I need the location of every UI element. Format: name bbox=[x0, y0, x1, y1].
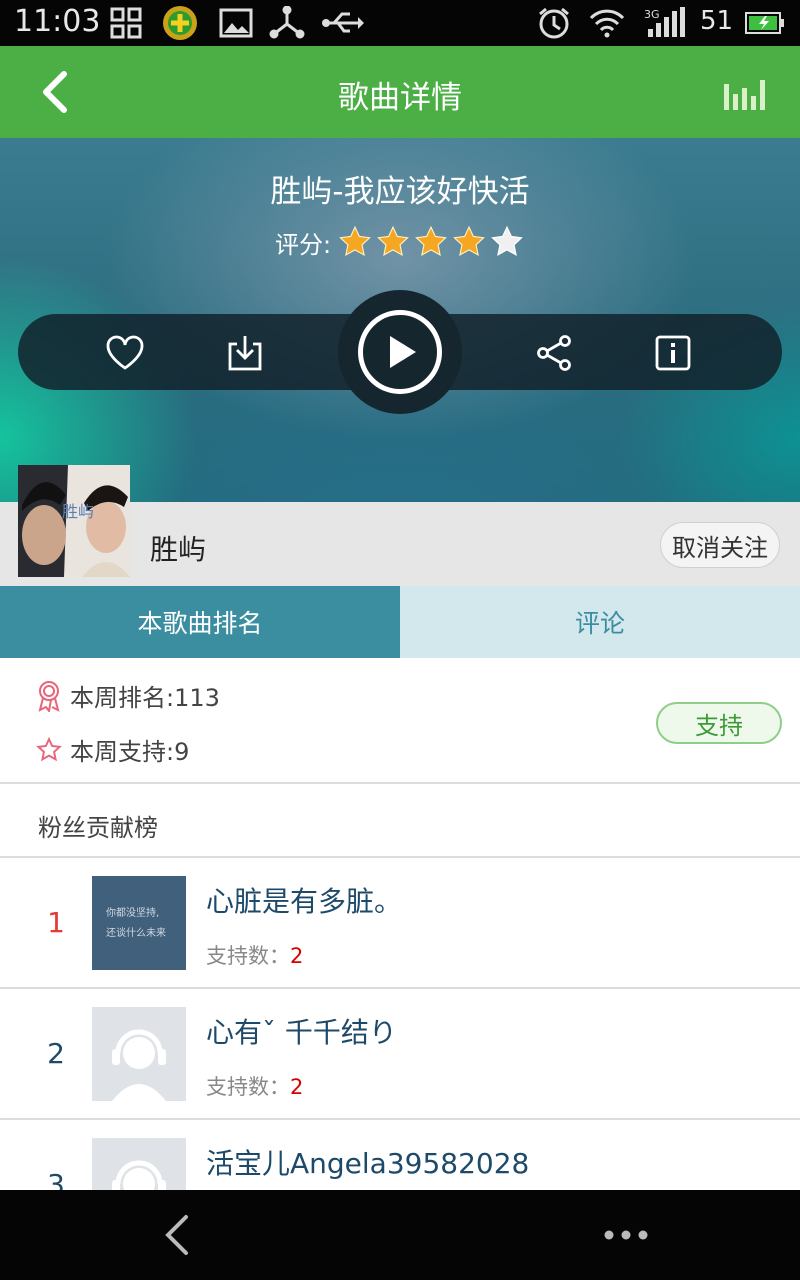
award-icon bbox=[38, 680, 60, 712]
fan-name: 活宝儿Angela39582028 bbox=[206, 1147, 530, 1180]
system-nav-bar bbox=[0, 1190, 800, 1280]
nav-back-icon bbox=[165, 1215, 188, 1255]
wifi-icon bbox=[588, 6, 626, 40]
star-filled-icon bbox=[451, 224, 487, 260]
heart-icon bbox=[106, 335, 144, 370]
fans-header: 粉丝贡献榜 bbox=[0, 786, 800, 858]
usb-tether-icon bbox=[268, 6, 306, 40]
grid-icon bbox=[108, 6, 144, 40]
artist-name[interactable]: 胜屿 bbox=[150, 528, 206, 568]
page-title: 歌曲详情 bbox=[338, 80, 462, 116]
fan-name: 心有ˇ 千千结り bbox=[206, 1016, 397, 1049]
tab-comments[interactable]: 评论 bbox=[400, 586, 800, 658]
favorite-button[interactable] bbox=[100, 328, 150, 378]
weekly-stats: 本周排名:113 本周支持:9 支持 bbox=[0, 658, 800, 784]
signal-icon: 3G bbox=[644, 6, 688, 40]
equalizer-icon bbox=[724, 80, 765, 110]
play-icon bbox=[390, 336, 416, 368]
battery-percent: 51 bbox=[700, 6, 734, 36]
info-icon bbox=[655, 335, 691, 371]
fan-row[interactable]: 1 你都没坚持, 还谈什么未来 心脏是有多脏。 支持数：2 bbox=[0, 858, 800, 989]
svg-text:还谈什么未来: 还谈什么未来 bbox=[106, 926, 166, 939]
nav-back-button[interactable] bbox=[150, 1208, 204, 1262]
share-button[interactable] bbox=[530, 328, 580, 378]
fan-row[interactable]: 2 心有ˇ 千千结り 支持数：2 bbox=[0, 989, 800, 1120]
rating-label: 评分: bbox=[274, 230, 332, 259]
image-icon bbox=[218, 6, 254, 40]
equalizer-button[interactable] bbox=[716, 68, 776, 118]
svg-text:3G: 3G bbox=[644, 8, 660, 21]
week-rank-text: 本周排名:113 bbox=[70, 684, 220, 712]
app-badge-icon bbox=[160, 6, 200, 40]
fans-header-title: 粉丝贡献榜 bbox=[38, 814, 158, 842]
play-button[interactable] bbox=[358, 310, 442, 394]
artist-cover[interactable]: 胜屿 bbox=[18, 465, 130, 577]
alarm-icon bbox=[536, 6, 572, 40]
fan-name: 心脏是有多脏。 bbox=[206, 885, 403, 918]
svg-text:你都没坚持,: 你都没坚持, bbox=[106, 906, 159, 919]
song-rating: 评分: bbox=[0, 224, 800, 260]
song-hero: 胜屿-我应该好快活 评分: bbox=[0, 138, 800, 502]
download-icon bbox=[228, 336, 262, 371]
status-bar: 11:03 3G 51 bbox=[0, 0, 800, 46]
star-filled-icon bbox=[413, 224, 449, 260]
week-rank-row: 本周排名:113 bbox=[36, 678, 220, 713]
tab-song-ranking[interactable]: 本歌曲排名 bbox=[0, 586, 400, 658]
week-support-row: 本周支持:9 bbox=[36, 732, 189, 767]
play-button-wrap bbox=[338, 290, 462, 414]
star-outline-icon bbox=[36, 736, 62, 761]
fan-support: 支持数：2 bbox=[206, 1075, 304, 1099]
unfollow-button[interactable]: 取消关注 bbox=[660, 522, 780, 568]
default-avatar-icon[interactable] bbox=[92, 1007, 186, 1101]
star-filled-icon bbox=[337, 224, 373, 260]
more-dots-icon bbox=[604, 1230, 648, 1240]
support-button[interactable]: 支持 bbox=[656, 702, 782, 744]
fan-avatar[interactable]: 你都没坚持, 还谈什么未来 bbox=[92, 876, 186, 970]
share-icon bbox=[537, 335, 571, 371]
tab-bar: 本歌曲排名 评论 bbox=[0, 586, 800, 658]
download-button[interactable] bbox=[220, 328, 270, 378]
fan-support: 支持数：2 bbox=[206, 944, 304, 968]
battery-icon bbox=[744, 6, 786, 40]
nav-more-button[interactable] bbox=[596, 1218, 656, 1252]
star-empty-icon bbox=[489, 224, 525, 260]
usb-icon bbox=[320, 6, 364, 40]
star-filled-icon bbox=[375, 224, 411, 260]
song-title: 胜屿-我应该好快活 bbox=[270, 174, 530, 210]
svg-text:胜屿: 胜屿 bbox=[62, 502, 94, 521]
app-header: 歌曲详情 bbox=[0, 46, 800, 138]
info-button[interactable] bbox=[648, 328, 698, 378]
status-time: 11:03 bbox=[14, 4, 101, 39]
week-support-text: 本周支持:9 bbox=[70, 738, 190, 766]
